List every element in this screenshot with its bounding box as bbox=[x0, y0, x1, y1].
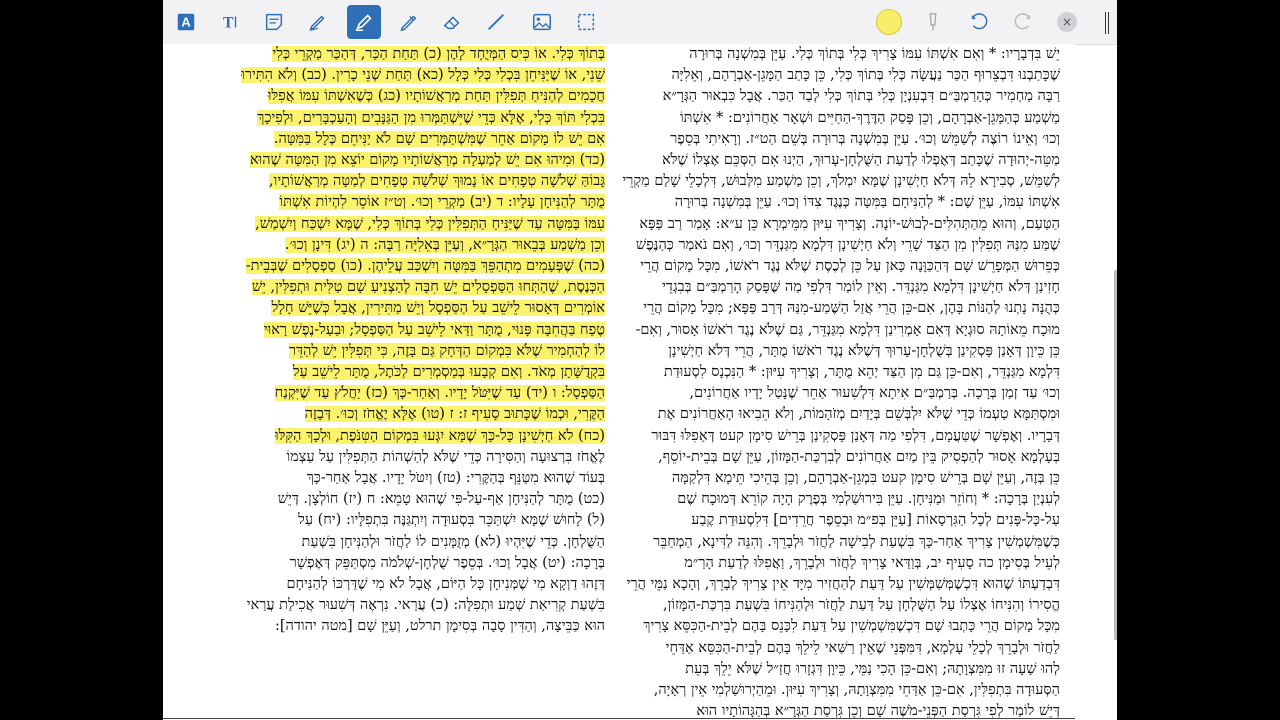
text-line: מַטֵּה-יְהוּדָה שֶׁכָּתַב דְּאֶפְלוּ לְד… bbox=[662, 152, 1060, 169]
svg-text:A: A bbox=[181, 15, 190, 30]
redo-button[interactable] bbox=[1009, 8, 1037, 36]
sidebar-toggle-icon[interactable] bbox=[1105, 12, 1109, 34]
text-line: מַשְׁמַע כְּהַמָּגֵן-אַבְרָהָם, וְכֵן פָ… bbox=[679, 109, 1060, 126]
text-line: בִּקְדֻשָּׁתָן מְאֹד. וְאִם קְבָעוּ בְּמ… bbox=[292, 364, 605, 381]
text-cursor-icon: T bbox=[223, 15, 237, 32]
text-line: וּמִסְתַּמָּא טַעְמוֹ כְּדֵי שֶׁלֹּא יִל… bbox=[657, 406, 1060, 423]
text-line: כְּשֶׁמִּשְׁמְשִׁין צָרִיךְ אַחַר-כָּךְ … bbox=[653, 533, 1060, 550]
text-line: (ל) לָחוּשׁ שֶׁמָּא יִשְׁתַּכֵּר בִּסְעו… bbox=[298, 512, 605, 529]
text-line: הַסְּעוּדָה בִּתְפִלִּין, אִם-כֵּן אַדַּ… bbox=[653, 682, 1060, 699]
text-line: בְּעָלְמָא אָסוּר לְהַפְסִיק בֵּין מַיִם… bbox=[658, 448, 1060, 465]
image-icon bbox=[533, 13, 551, 31]
note-tool-button[interactable] bbox=[257, 5, 291, 39]
pen-icon bbox=[309, 15, 325, 31]
text-line: מֻתָּר לְהַנִּיחָן עָלָיו: ד (יב) מַקְרֵ… bbox=[279, 194, 605, 211]
undo-icon bbox=[971, 13, 988, 30]
text-line: לְהוּ שָׁעָה זוּ מִמִּצְוָתָהּ; וְאִם-כֵ… bbox=[685, 660, 1060, 677]
undo-button[interactable] bbox=[965, 8, 993, 36]
text-line: (כד) וּמִיהוּ אִם יֵשׁ לְמַעְלָה מְרַאֲש… bbox=[249, 152, 605, 169]
window-margin bbox=[1117, 0, 1280, 720]
text-line: לְשַׁמֵּשׁ, סְבִירָא לֵהּ דְּלֹא חַיְשִׁ… bbox=[622, 173, 1060, 190]
svg-text:T: T bbox=[223, 15, 234, 32]
text-line: כֵּן כֵּיוָן דְּאָנַן פָּסְקִינַן בְּשֻׁ… bbox=[668, 342, 1060, 359]
text-line: בִּשְׁעַת קְרִיאַת שְׁמַע וּתְפִלָּה: (כ… bbox=[246, 597, 605, 614]
close-toolbar-button[interactable]: × bbox=[1057, 12, 1077, 32]
text-line: חָזִינַן דְּלֹא חַיְשִׁינָן דִּלְמָא מִג… bbox=[662, 279, 1060, 296]
left-column: בְּתוֹךְ כְּלִי. אוֹ כִּיס הַמְּיֻחָד לָ… bbox=[165, 44, 605, 638]
marker-tool-button[interactable] bbox=[391, 5, 425, 39]
text-line: אִשְׁתּוֹ עִמּוֹ, עַיֵּן שָׁם: * לְהַנִּ… bbox=[674, 194, 1060, 211]
close-icon: × bbox=[1061, 15, 1073, 29]
text-line: דִּלְמָא מִגַּנְדֵּר, וְאִם-כֵּן גַּם מִ… bbox=[663, 364, 1060, 381]
text-line: שֶׁמַּע מִנַּהּ תְּפִלִּין מִן הַצַּד שָ… bbox=[635, 236, 1060, 253]
text-line: שֵׁנִי, אוֹ שֶׁיַּנִּיחֵן בִּכְלִי כְּלִ… bbox=[241, 67, 605, 84]
text-line: בִּכְלִי תּוֹךְ כְּלִי, אֶלָּא כְּדֵי שֶ… bbox=[257, 109, 605, 126]
text-line: אוֹמְרִים דְּאָסוּר לֵישֵׁב עַל הַסַּפְס… bbox=[271, 300, 605, 317]
lasso-select-icon bbox=[577, 13, 595, 31]
text-line: כְּהֻנָּה נָתְנוּ לְהַנּוֹת בָּהֶן, אִם-… bbox=[643, 300, 1060, 317]
text-line: גָּבוֹהַּ שְׁלֹשָׁה טְפָחִים אוֹ נָמוּךְ… bbox=[269, 173, 605, 190]
highlighter-tool-button[interactable] bbox=[347, 5, 381, 39]
text-line: וְכוּ׳ וְאֵינוֹ רוֹצֶה לְשַׁמֵּשׁ וְכוּ׳… bbox=[670, 130, 1060, 147]
text-line: לְעִנְיַן בְּרָכָה: * וְחוֹזֵר וּמַנִּיח… bbox=[677, 491, 1060, 508]
text-line: מִכָּל מָקוֹם הֲרֵי כָּתְבוּ שָׁם דִּכְש… bbox=[643, 618, 1060, 635]
text-line: דְּבָרָיו. וְאֶפְשָׁר שֶׁטַּעֲמָם, דִּלְ… bbox=[651, 427, 1060, 444]
text-line: לְעֵיל בְּסִימָן כה סָעִיף יב, בְּוַדַּא… bbox=[684, 554, 1060, 571]
pen-tool-button[interactable] bbox=[301, 5, 335, 39]
marker-icon bbox=[400, 15, 417, 32]
sticky-note-icon bbox=[265, 13, 283, 31]
text-line: הוּא כַּבֵּיצָה, וְהַדִּין סָבָה בְּסִימ… bbox=[275, 618, 605, 635]
text-line: וְכֵן מַשְׁמַע בְּבֵאוּר הַגְּרָ״א, וְעַ… bbox=[284, 236, 605, 253]
line-icon bbox=[488, 14, 504, 30]
text-line: עַל-כָּל-פָּנִים לְכָל הַגִּרְסָאוֹת [עַ… bbox=[691, 512, 1060, 529]
text-line: רַבָּה מַחְמִיר כְּהָרַמְבַּ״ם דִּבְעִנְ… bbox=[662, 88, 1060, 105]
text-line: יֵשׁ בִּדְבָרָיו: * וְאִם אִשְׁתּוֹ עִמּ… bbox=[689, 46, 1060, 62]
text-line: בְּעוֹד שֶׁהוּא מִטַּנֵּף בְּהַקֶּרִי: (… bbox=[306, 470, 605, 487]
text-line: הַשֻּׁלְחָן. כְּדֵי שֶׁיִּהְיוּ (לא) מְז… bbox=[301, 533, 605, 550]
redo-icon bbox=[1014, 13, 1031, 30]
text-line: בְּתוֹךְ כְּלִי. אוֹ כִּיס הַמְּיֻחָד לָ… bbox=[272, 46, 605, 62]
text-line: אִם יֵשׁ לוֹ מָקוֹם אַחֵר שֶׁמִּשְׁתַּמְ… bbox=[273, 130, 605, 147]
text-line: דִּבְדַעְתּוֹ שֶׁהוּא דִּכְשֶׁמְּשַׁמְּש… bbox=[626, 576, 1060, 593]
stylus-icon bbox=[929, 13, 937, 31]
pdf-annotation-app: A T × בְּתוֹךְ כְּלִי. אוֹ כִּיס הַמְּיֻ… bbox=[163, 0, 1117, 720]
selection-tool-button[interactable] bbox=[569, 5, 603, 39]
highlight-color-swatch[interactable] bbox=[876, 9, 902, 35]
eraser-tool-button[interactable] bbox=[435, 5, 469, 39]
text-line: לַחֲזֹר וּלְבָרֵךְ לְכָלֵי עָלְמָא, דִּמ… bbox=[665, 639, 1060, 656]
text-line: כֵּן בְּזֶה, וְעַיֵּן שָׁם בְּרֵישׁ סִימ… bbox=[671, 470, 1060, 487]
text-line: (כה) שֶׁפְּעָמִים מִתְהַפֵּךְ בַּמִּטָּה… bbox=[245, 258, 605, 275]
text-line: מוּכָח מֵאוֹתָהּ סוּגְיָא דְּאִם אָמְרִי… bbox=[635, 321, 1060, 338]
text-line: דְּזֶהוּ דַוְקָא מִי שֶׁמְּנִיחָן כָּל ה… bbox=[286, 576, 605, 593]
right-column: יֵשׁ בִּדְבָרָיו: * וְאִם אִשְׁתּוֹ עִמּ… bbox=[610, 44, 1060, 720]
line-tool-button[interactable] bbox=[479, 5, 513, 39]
text-line: בְּרָכָה: (יט) אֲבָל וְכוּ׳. בְּסֵפֶר שֻ… bbox=[289, 554, 605, 571]
annotation-toolbar: A T × bbox=[163, 0, 1117, 45]
text-line: טֶפַח בַּהֲחִבָּה פָּנוּי, מֻתָּר וַדַּא… bbox=[263, 321, 605, 338]
text-line: עִמּוֹ בַּמִּטָּה עַד שֶׁיַּנִּיחַ הַתְּ… bbox=[255, 215, 605, 232]
text-line: לוֹ לְהַחְמִיר שֶׁלֹּא בִּמְקוֹם הַדְּחָ… bbox=[288, 342, 605, 359]
image-tool-button[interactable] bbox=[525, 5, 559, 39]
text-tool-button[interactable]: T bbox=[213, 5, 247, 39]
text-line: הֱסִירוֹ וְהִנִּיחוֹ אֶצְלוֹ עַל הַשֻּׁל… bbox=[662, 597, 1060, 614]
text-style-tool-button[interactable]: A bbox=[169, 5, 203, 39]
text-line: הַקֶּרִי, וּכְמוֹ שֶׁכָּתוּב סָעִיף ז: ז… bbox=[304, 406, 605, 423]
stylus-button[interactable] bbox=[919, 8, 947, 36]
highlighter-icon bbox=[355, 14, 372, 31]
eraser-icon bbox=[443, 16, 460, 30]
document-page: בְּתוֹךְ כְּלִי. אוֹ כִּיס הַמְּיֻחָד לָ… bbox=[163, 44, 1075, 720]
text-line: כְּפֵרוּשׁ הַמְּפָרֵשׁ שָׁם דְּהַכַּוָּנ… bbox=[640, 258, 1060, 275]
text-line: (כח) לֹא חַיְשִׁינָן כָּל-כָּךְ שֶׁמָּא … bbox=[274, 427, 605, 444]
text-line: וְכוּ׳ עַד זְמַן בְּרָכָה. בְּרַמְבַּ״ם … bbox=[689, 385, 1060, 402]
text-line: הַכְּנֶסֶת, שֶׁהַתְּחוּ הַסַּפְסָלִים יֵ… bbox=[251, 279, 605, 296]
text-box-icon: A bbox=[177, 13, 195, 31]
text-line: הַסַּפְסָל: ו (יד) עַד שֶׁיִּטֹּל יָדָיו… bbox=[274, 385, 605, 402]
text-line: שֶׁכָּתַבְנוּ דִּבְצֵרוּף הַכַּר נַעֲשָׂ… bbox=[671, 67, 1060, 84]
text-line: (כט) מֻתָּר לְהַנִּיחָן אַף-עַל-פִּי שֶׁ… bbox=[277, 491, 605, 508]
footnote-divider bbox=[163, 718, 1075, 719]
text-line: חֲכָמִים לְהַנִּיחַ תְּפִלִּין תַּחַת מְ… bbox=[267, 88, 605, 105]
text-line: לֶאֱחֹז בִּרְצוּעָה וְהַסִּירָה כְּדֵי ש… bbox=[286, 448, 605, 465]
text-line: הַטַּעַם, וְהוּא מֵהַתְּהִלִּים-לְבוּשׁ-… bbox=[639, 215, 1060, 232]
